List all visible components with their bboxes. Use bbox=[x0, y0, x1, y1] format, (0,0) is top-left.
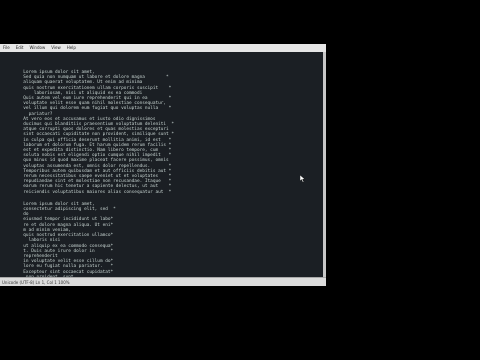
terminal-pane[interactable]: Lorem ipsum dolor sit amet, Sed quia non… bbox=[0, 52, 326, 277]
mouse-pointer-icon bbox=[300, 175, 308, 183]
menu-window[interactable]: Window bbox=[26, 44, 48, 52]
status-bar: Unicode (UTF-8) Ln 1, Col 1 100% bbox=[0, 277, 326, 286]
menu-help[interactable]: Help bbox=[64, 44, 79, 52]
menu-file[interactable]: File bbox=[0, 44, 13, 52]
terminal-block1-line: vel illum qui dolorem eum fugiat quo vol… bbox=[18, 106, 172, 112]
terminal-block1-line: reiciendis voluptatibus maiores alias co… bbox=[18, 189, 172, 195]
text-block-primary: Lorem ipsum dolor sit amet, Sed quia non… bbox=[18, 70, 174, 195]
menu-edit[interactable]: Edit bbox=[13, 44, 27, 52]
text-block-secondary: Lorem ipsum dolor sit amet, consectetur … bbox=[18, 202, 174, 277]
app-window: File Edit Window View Help Lorem ipsum d… bbox=[0, 44, 326, 286]
terminal-block1-line: quo minus id quod maxime placeat facere … bbox=[18, 158, 169, 164]
terminal-output: Lorem ipsum dolor sit amet, Sed quia non… bbox=[18, 70, 174, 277]
terminal-block1-line: sint occaecati cupiditate non provident,… bbox=[18, 132, 174, 138]
menu-view[interactable]: View bbox=[48, 44, 64, 52]
terminal-block1-line: earum rerum hic tenetur a sapiente delec… bbox=[18, 184, 172, 190]
